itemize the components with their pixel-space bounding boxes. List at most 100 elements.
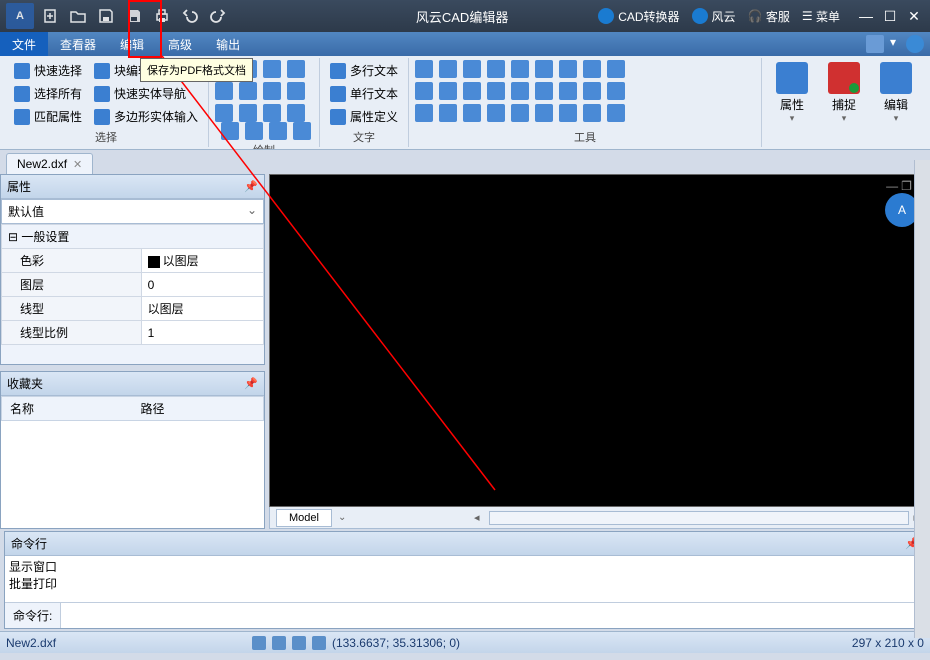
edit-large-button[interactable]: 编辑▾ xyxy=(872,60,920,126)
fav-col-name[interactable]: 名称 xyxy=(2,397,133,420)
tool-icon[interactable] xyxy=(583,82,601,100)
select-all-button[interactable]: 选择所有 xyxy=(10,83,86,104)
arc-icon[interactable] xyxy=(263,60,281,78)
tool-icon[interactable] xyxy=(439,104,457,122)
match-props-button[interactable]: 匹配属性 xyxy=(10,106,86,127)
maximize-button[interactable]: ☐ xyxy=(878,6,902,26)
ray-icon[interactable] xyxy=(287,60,305,78)
tool-icon[interactable] xyxy=(607,82,625,100)
tab-advanced[interactable]: 高级 xyxy=(156,32,204,56)
single-text-button[interactable]: 单行文本 xyxy=(326,83,402,104)
open-file-icon[interactable] xyxy=(66,4,90,28)
save-as-pdf-icon[interactable] xyxy=(122,4,146,28)
multiline-text-button[interactable]: 多行文本 xyxy=(326,60,402,81)
tool-icon[interactable] xyxy=(607,60,625,78)
quick-entity-button[interactable]: 快速实体导航 xyxy=(90,83,202,104)
point-icon[interactable] xyxy=(263,104,281,122)
drawing-canvas[interactable]: — ❐ ✕ A xyxy=(269,174,930,507)
tool-icon[interactable] xyxy=(463,60,481,78)
prop-linetype-value[interactable]: 以图层 xyxy=(141,297,263,321)
poly-entity-button[interactable]: 多边形实体输入 xyxy=(90,106,202,127)
tool-icon[interactable] xyxy=(559,60,577,78)
tool-icon[interactable] xyxy=(583,60,601,78)
prop-ltscale-value[interactable]: 1 xyxy=(141,321,263,345)
tool-icon[interactable] xyxy=(511,60,529,78)
tool-icon[interactable] xyxy=(463,82,481,100)
tool-icon[interactable] xyxy=(559,104,577,122)
region-icon[interactable] xyxy=(269,122,287,140)
fengyun-icon xyxy=(692,8,708,24)
fav-col-path[interactable]: 路径 xyxy=(133,397,264,420)
pin-icon[interactable]: 📌 xyxy=(244,180,258,193)
pin-icon[interactable]: 📌 xyxy=(244,377,258,390)
tool-icon[interactable] xyxy=(487,60,505,78)
tool-icon[interactable] xyxy=(415,60,433,78)
tool-icon[interactable] xyxy=(535,60,553,78)
prop-group-general[interactable]: ⊟ 一般设置 xyxy=(2,225,264,249)
ribbon-group-text: 多行文本 单行文本 属性定义 文字 xyxy=(320,58,409,147)
new-file-icon[interactable] xyxy=(38,4,62,28)
ring-icon[interactable] xyxy=(287,82,305,100)
tool-icon[interactable] xyxy=(607,104,625,122)
polygon2-icon[interactable] xyxy=(245,122,263,140)
ellipse-icon[interactable] xyxy=(239,82,257,100)
default-value-select[interactable]: 默认值⌄ xyxy=(1,199,264,224)
tool-icon[interactable] xyxy=(463,104,481,122)
pen-tool-icon[interactable] xyxy=(866,35,884,53)
image-icon[interactable] xyxy=(287,104,305,122)
horizontal-scrollbar[interactable] xyxy=(489,511,909,525)
tab-file[interactable]: 文件 xyxy=(0,32,48,56)
tool-icon[interactable] xyxy=(439,82,457,100)
capture-large-button[interactable]: 捕捉▾ xyxy=(820,60,868,126)
tool-icon[interactable] xyxy=(439,60,457,78)
status-icon[interactable] xyxy=(272,636,286,650)
menu-link[interactable]: ☰ 菜单 xyxy=(802,8,840,25)
tab-viewer[interactable]: 查看器 xyxy=(48,32,108,56)
hatch-icon[interactable] xyxy=(239,104,257,122)
status-icon[interactable] xyxy=(292,636,306,650)
canvas-restore-icon[interactable]: ❐ xyxy=(901,179,912,193)
tool-icon[interactable] xyxy=(559,82,577,100)
cloud-icon[interactable] xyxy=(293,122,311,140)
undo-icon[interactable] xyxy=(178,4,202,28)
quick-select-button[interactable]: 快速选择 xyxy=(10,60,86,81)
dropdown-icon[interactable]: ▾ xyxy=(890,35,900,53)
print-icon[interactable] xyxy=(150,4,174,28)
circle-icon[interactable] xyxy=(215,82,233,100)
file-tab[interactable]: New2.dxf ✕ xyxy=(6,153,93,174)
fengyun-link[interactable]: 风云 xyxy=(692,8,736,25)
close-button[interactable]: ✕ xyxy=(902,6,926,26)
donut-icon[interactable] xyxy=(263,82,281,100)
model-tab[interactable]: Model xyxy=(276,509,332,527)
customer-service-link[interactable]: 🎧 客服 xyxy=(748,8,790,25)
scroll-left-icon[interactable]: ◂ xyxy=(470,511,484,524)
status-icon[interactable] xyxy=(252,636,266,650)
save-icon[interactable] xyxy=(94,4,118,28)
attr-def-button[interactable]: 属性定义 xyxy=(326,106,402,127)
properties-large-button[interactable]: 属性▾ xyxy=(768,60,816,126)
tool-icon[interactable] xyxy=(487,82,505,100)
command-input[interactable] xyxy=(61,603,925,628)
tool-icon[interactable] xyxy=(511,104,529,122)
tab-edit[interactable]: 编辑 xyxy=(108,32,156,56)
redo-icon[interactable] xyxy=(206,4,230,28)
file-tab-close-icon[interactable]: ✕ xyxy=(73,158,82,171)
tool-icon[interactable] xyxy=(415,82,433,100)
tab-output[interactable]: 输出 xyxy=(204,32,252,56)
prop-layer-value[interactable]: 0 xyxy=(141,273,263,297)
help-icon[interactable] xyxy=(906,35,924,53)
rect-icon[interactable] xyxy=(221,122,239,140)
tool-icon[interactable] xyxy=(511,82,529,100)
spline-icon[interactable] xyxy=(215,104,233,122)
tool-icon[interactable] xyxy=(487,104,505,122)
tool-icon[interactable] xyxy=(583,104,601,122)
model-tab-dropdown-icon[interactable]: ⌄ xyxy=(338,512,346,523)
tool-icon[interactable] xyxy=(535,82,553,100)
canvas-minimize-icon[interactable]: — xyxy=(886,179,898,193)
minimize-button[interactable]: — xyxy=(854,6,878,26)
cad-converter-link[interactable]: CAD转换器 xyxy=(598,8,679,25)
prop-color-value[interactable]: 以图层 xyxy=(141,249,263,273)
tool-icon[interactable] xyxy=(535,104,553,122)
status-icon[interactable] xyxy=(312,636,326,650)
tool-icon[interactable] xyxy=(415,104,433,122)
